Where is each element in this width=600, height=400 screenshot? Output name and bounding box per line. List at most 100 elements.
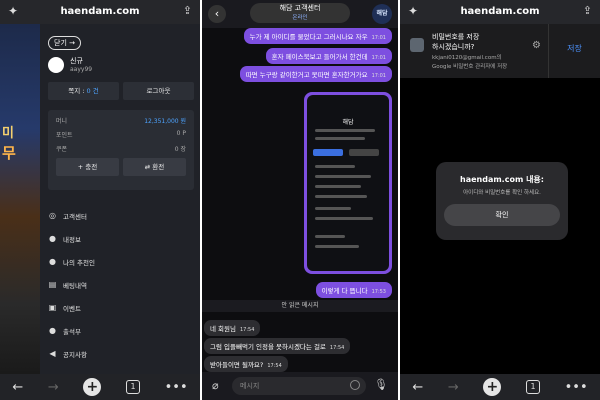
unread-divider: 안 읽은 메시지: [202, 300, 398, 312]
coupon-value: 0 장: [174, 146, 186, 153]
message-composer: ⌀ 메시지 🎙: [202, 372, 398, 400]
user-check-icon: ●: [49, 326, 56, 335]
forward-arrow-icon[interactable]: →: [48, 380, 59, 395]
message-text: 이렇게 다 뜹니다: [321, 287, 368, 295]
gear-icon[interactable]: ⚙: [532, 40, 541, 51]
back-arrow-icon[interactable]: ←: [12, 380, 23, 395]
withdraw-button[interactable]: ⇄ 환전: [123, 158, 186, 176]
money-value: 12,351,000 원: [144, 118, 186, 125]
profile-name: 신규: [70, 57, 83, 65]
chat-title[interactable]: 해담 고객센터 온라인: [250, 3, 350, 23]
menu-item-bet-history[interactable]: ▤ 베팅내역: [48, 273, 194, 296]
user-icon: ●: [49, 234, 56, 243]
side-menu: 닫기 → 신규 aayy99 쪽지 : 0 건 로그아웃 머니 12,351,00…: [40, 24, 200, 374]
logout-button[interactable]: 로그아웃: [123, 82, 194, 100]
message-input[interactable]: 메시지: [232, 377, 366, 395]
alert-dialog: haendam.com 내용: 아이디와 비밀번호를 확인 하세요. 확인: [436, 162, 568, 240]
chat-avatar[interactable]: 해담: [372, 4, 392, 24]
message-time: 17:54: [267, 363, 282, 369]
message-text: 혼자 페이스북보고 들어가서 한건데: [271, 53, 368, 61]
message-time: 17:01: [371, 73, 386, 79]
chat-status: 온라인: [292, 15, 308, 21]
profile: 신규 aayy99: [48, 56, 92, 73]
new-tab-plus-icon[interactable]: +: [483, 378, 502, 396]
menu-item-notices[interactable]: ◀ 공지사항: [48, 342, 194, 365]
message-bubble: 혼자 페이스북보고 들어가서 한건데 17:01: [265, 48, 392, 64]
password-dialog-panel: ✦ haendam.com ⇪ 비밀번호를 저장 하시겠습니까? kkjani0…: [400, 0, 600, 400]
banner-text-fragment: 미: [2, 126, 14, 141]
screenshot-attachment[interactable]: 해담: [304, 92, 392, 274]
preview-line: [315, 245, 359, 248]
address-bar[interactable]: haendam.com: [0, 6, 200, 17]
share-icon[interactable]: ⇪: [183, 4, 192, 17]
profile-id: aayy99: [70, 66, 93, 73]
more-icon[interactable]: •••: [165, 380, 188, 395]
notes-count: 0 건: [86, 87, 99, 95]
message-bubble: 누가 제 아이디를 물었다고 그러시나요 자우 17:01: [243, 28, 392, 44]
preview-line: [315, 207, 351, 210]
dialog-message: 아이디와 비밀번호를 확인 하세요.: [463, 190, 541, 196]
message-time: 17:01: [371, 55, 386, 61]
sticker-icon[interactable]: [350, 380, 360, 390]
address-bar[interactable]: haendam.com: [400, 6, 600, 17]
menu-item-support[interactable]: ◎ 고객센터: [48, 204, 194, 227]
chat-messages: 누가 제 아이디를 물었다고 그러시나요 자우 17:01 혼자 페이스북보고 들…: [202, 28, 398, 372]
tabs-button[interactable]: 1: [526, 380, 540, 394]
menu-list: ◎ 고객센터 ● 내정보 ● 나의 추천인 ▤ 베팅내역 ▣ 이벤트 ● 출석부 ◀ 공지사항: [48, 204, 194, 365]
screenshot-title: 해담: [342, 119, 354, 126]
menu-item-my-info[interactable]: ● 내정보: [48, 227, 194, 250]
forward-arrow-icon[interactable]: →: [448, 380, 459, 395]
message-text: 받아들이면 될까요?: [210, 361, 264, 369]
message-text: 그럼 입플빼먹기 인정을 못하시겠다는 걸로: [210, 343, 326, 351]
browser-top-bar: ✦ haendam.com ⇪: [0, 0, 200, 24]
menu-item-label: 베팅내역: [63, 281, 87, 290]
back-arrow-icon[interactable]: ←: [412, 380, 423, 395]
notes-label: 쪽지 :: [68, 87, 87, 95]
site-background-banner: 미 무: [0, 24, 40, 374]
microphone-icon[interactable]: 🎙: [374, 378, 388, 391]
paperclip-icon[interactable]: ⌀: [212, 379, 219, 392]
message-time: 17:54: [329, 345, 345, 351]
wallet-card: 머니 12,351,000 원 포인트 0 P 쿠폰 0 장 + 충전 ⇄ 환전: [48, 110, 194, 190]
menu-item-label: 출석부: [63, 327, 81, 336]
menu-item-label: 공지사항: [63, 350, 87, 359]
users-icon: ●: [49, 257, 56, 266]
screenshot-collage: ✦ haendam.com ⇪ 미 무 닫기 → 신규 aayy99 쪽지 : …: [0, 0, 600, 400]
message-text: 누가 제 아이디를 물었다고 그러시나요 자우: [249, 33, 368, 41]
save-password-button[interactable]: 저장: [548, 24, 600, 78]
menu-item-events[interactable]: ▣ 이벤트: [48, 296, 194, 319]
points-label: 포인트: [56, 132, 73, 139]
new-tab-plus-icon[interactable]: +: [83, 378, 102, 396]
menu-item-referrals[interactable]: ● 나의 추천인: [48, 250, 194, 273]
message-bubble: 따면 누구랑 같이한거고 못따면 혼자한거가요 17:01: [239, 66, 392, 82]
megaphone-icon: ◀: [49, 349, 56, 358]
message-time: 17:01: [371, 35, 386, 41]
save-password-subtitle: kkjani0120@gmail.com의 Google 비밀번호 관리자에 저…: [432, 55, 508, 70]
close-menu-button[interactable]: 닫기 →: [48, 36, 81, 50]
site-menu-panel: ✦ haendam.com ⇪ 미 무 닫기 → 신규 aayy99 쪽지 : …: [0, 0, 200, 400]
menu-item-label: 나의 추천인: [63, 258, 95, 267]
message-bubble: 이렇게 다 뜹니다 17:53: [315, 282, 392, 298]
screenshot-preview: 해담: [307, 95, 389, 271]
preview-line: [315, 235, 345, 238]
chat-panel: ‹ 해담 고객센터 온라인 해담 누가 제 아이디를 물었다고 그러시나요 자우…: [202, 0, 398, 400]
charge-button[interactable]: + 충전: [56, 158, 119, 176]
save-password-prompt: 비밀번호를 저장 하시겠습니까? kkjani0120@gmail.com의 G…: [400, 24, 600, 78]
menu-item-attendance[interactable]: ● 출석부: [48, 319, 194, 342]
message-time: 17:53: [371, 289, 386, 295]
tabs-button[interactable]: 1: [126, 380, 140, 394]
confirm-button[interactable]: 확인: [444, 204, 560, 226]
notes-button[interactable]: 쪽지 : 0 건: [48, 82, 119, 100]
preview-line: [315, 165, 355, 168]
money-label: 머니: [56, 118, 68, 125]
chevron-left-icon[interactable]: ‹: [208, 5, 226, 23]
chat-header: ‹ 해담 고객센터 온라인 해담: [202, 0, 398, 28]
dialog-title: haendam.com 내용:: [460, 175, 544, 184]
message-bubble: 그럼 입플빼먹기 인정을 못하시겠다는 걸로 17:54: [204, 338, 351, 354]
share-icon[interactable]: ⇪: [583, 4, 592, 17]
browser-top-bar: ✦ haendam.com ⇪: [400, 0, 600, 24]
more-icon[interactable]: •••: [565, 380, 588, 395]
message-bubble: 네 회원님 17:54: [204, 320, 261, 336]
preview-line: [315, 129, 375, 132]
browser-bottom-bar: ← → + 1 •••: [400, 374, 600, 400]
